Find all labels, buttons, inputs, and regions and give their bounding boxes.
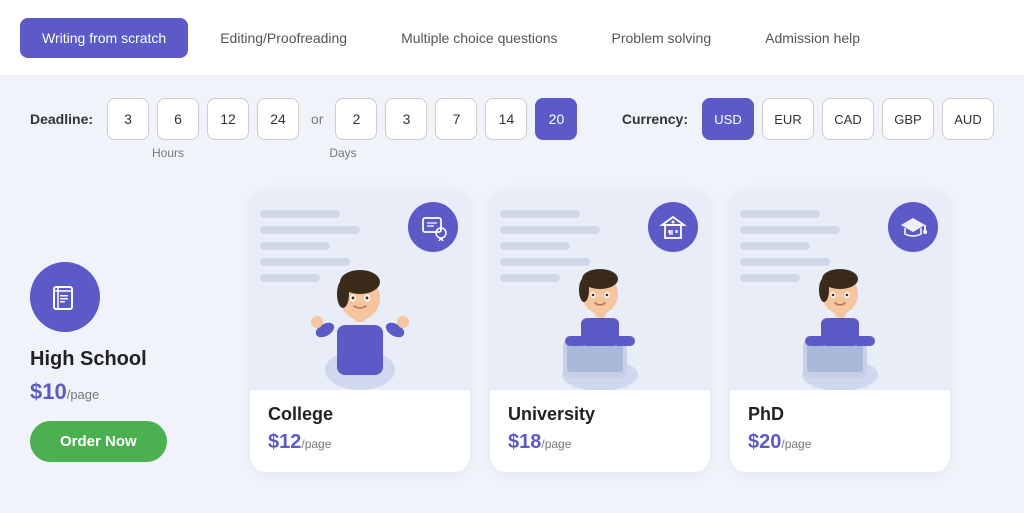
card-phd: PhD $20/page — [730, 190, 950, 472]
deco-line — [740, 242, 810, 250]
high-school-order-button[interactable]: Order Now — [30, 421, 167, 462]
phd-info: PhD $20/page — [730, 390, 950, 454]
currency-eur[interactable]: EUR — [762, 98, 814, 140]
college-icon — [408, 202, 458, 252]
deco-line — [260, 242, 330, 250]
deadline-3h[interactable]: 3 — [107, 98, 149, 140]
college-price: $12/page — [268, 431, 452, 454]
university-title: University — [508, 404, 692, 425]
deadline-section: Deadline: 3 6 12 24 or 2 3 7 14 20 Hours… — [30, 98, 577, 160]
or-separator: or — [311, 111, 323, 127]
deco-line — [740, 258, 830, 266]
certificate-icon — [419, 213, 447, 241]
building-icon — [659, 213, 687, 241]
deco-line — [500, 274, 560, 282]
book-icon — [47, 279, 83, 315]
phd-icon — [888, 202, 938, 252]
deco-line — [260, 226, 360, 234]
deco-line — [500, 210, 580, 218]
college-illustration — [250, 190, 470, 390]
deadline-6h[interactable]: 6 — [157, 98, 199, 140]
cards-section: High School $10/page Order Now — [0, 170, 1024, 492]
deadline-label: Deadline: — [30, 111, 93, 127]
top-navigation: Writing from scratch Editing/Proofreadin… — [0, 0, 1024, 76]
nav-multiple-choice[interactable]: Multiple choice questions — [379, 18, 579, 58]
phd-title: PhD — [748, 404, 932, 425]
currency-section: Currency: USD EUR CAD GBP AUD — [622, 98, 994, 140]
currency-cad[interactable]: CAD — [822, 98, 874, 140]
high-school-price: $10/page — [30, 379, 99, 405]
phd-illustration — [730, 190, 950, 390]
university-lines-deco — [500, 210, 600, 282]
deco-line — [260, 274, 320, 282]
college-info: College $12/page — [250, 390, 470, 454]
college-lines-deco — [260, 210, 360, 282]
currency-gbp[interactable]: GBP — [882, 98, 934, 140]
deadline-row: Deadline: 3 6 12 24 or 2 3 7 14 20 — [30, 98, 577, 140]
high-school-icon-circle — [30, 262, 100, 332]
card-high-school: High School $10/page Order Now — [30, 252, 230, 472]
deco-line — [740, 210, 820, 218]
card-college: College $12/page — [250, 190, 470, 472]
deco-line — [500, 258, 590, 266]
time-labels: Hours Days — [30, 146, 577, 160]
deco-line — [740, 226, 840, 234]
university-illustration — [490, 190, 710, 390]
college-title: College — [268, 404, 452, 425]
deco-line — [260, 210, 340, 218]
deadline-20d[interactable]: 20 — [535, 98, 577, 140]
deco-line — [740, 274, 800, 282]
deco-line — [260, 258, 350, 266]
days-label: Days — [248, 146, 438, 160]
nav-writing-from-scratch[interactable]: Writing from scratch — [20, 18, 188, 58]
phd-lines-deco — [740, 210, 840, 282]
currency-aud[interactable]: AUD — [942, 98, 994, 140]
currency-usd[interactable]: USD — [702, 98, 754, 140]
deadline-7d[interactable]: 7 — [435, 98, 477, 140]
deco-line — [500, 242, 570, 250]
currency-label: Currency: — [622, 111, 688, 127]
deadline-2d[interactable]: 2 — [335, 98, 377, 140]
deadline-14d[interactable]: 14 — [485, 98, 527, 140]
nav-admission-help[interactable]: Admission help — [743, 18, 882, 58]
deadline-3d[interactable]: 3 — [385, 98, 427, 140]
nav-editing-proofreading[interactable]: Editing/Proofreading — [198, 18, 369, 58]
card-university: University $18/page — [490, 190, 710, 472]
deco-line — [500, 226, 600, 234]
deadline-12h[interactable]: 12 — [207, 98, 249, 140]
university-info: University $18/page — [490, 390, 710, 454]
options-row: Deadline: 3 6 12 24 or 2 3 7 14 20 Hours… — [0, 76, 1024, 170]
nav-problem-solving[interactable]: Problem solving — [590, 18, 734, 58]
deadline-24h[interactable]: 24 — [257, 98, 299, 140]
high-school-title: High School — [30, 348, 147, 371]
mortarboard-icon — [899, 213, 927, 241]
university-price: $18/page — [508, 431, 692, 454]
hours-label: Hours — [88, 146, 248, 160]
university-icon — [648, 202, 698, 252]
phd-price: $20/page — [748, 431, 932, 454]
